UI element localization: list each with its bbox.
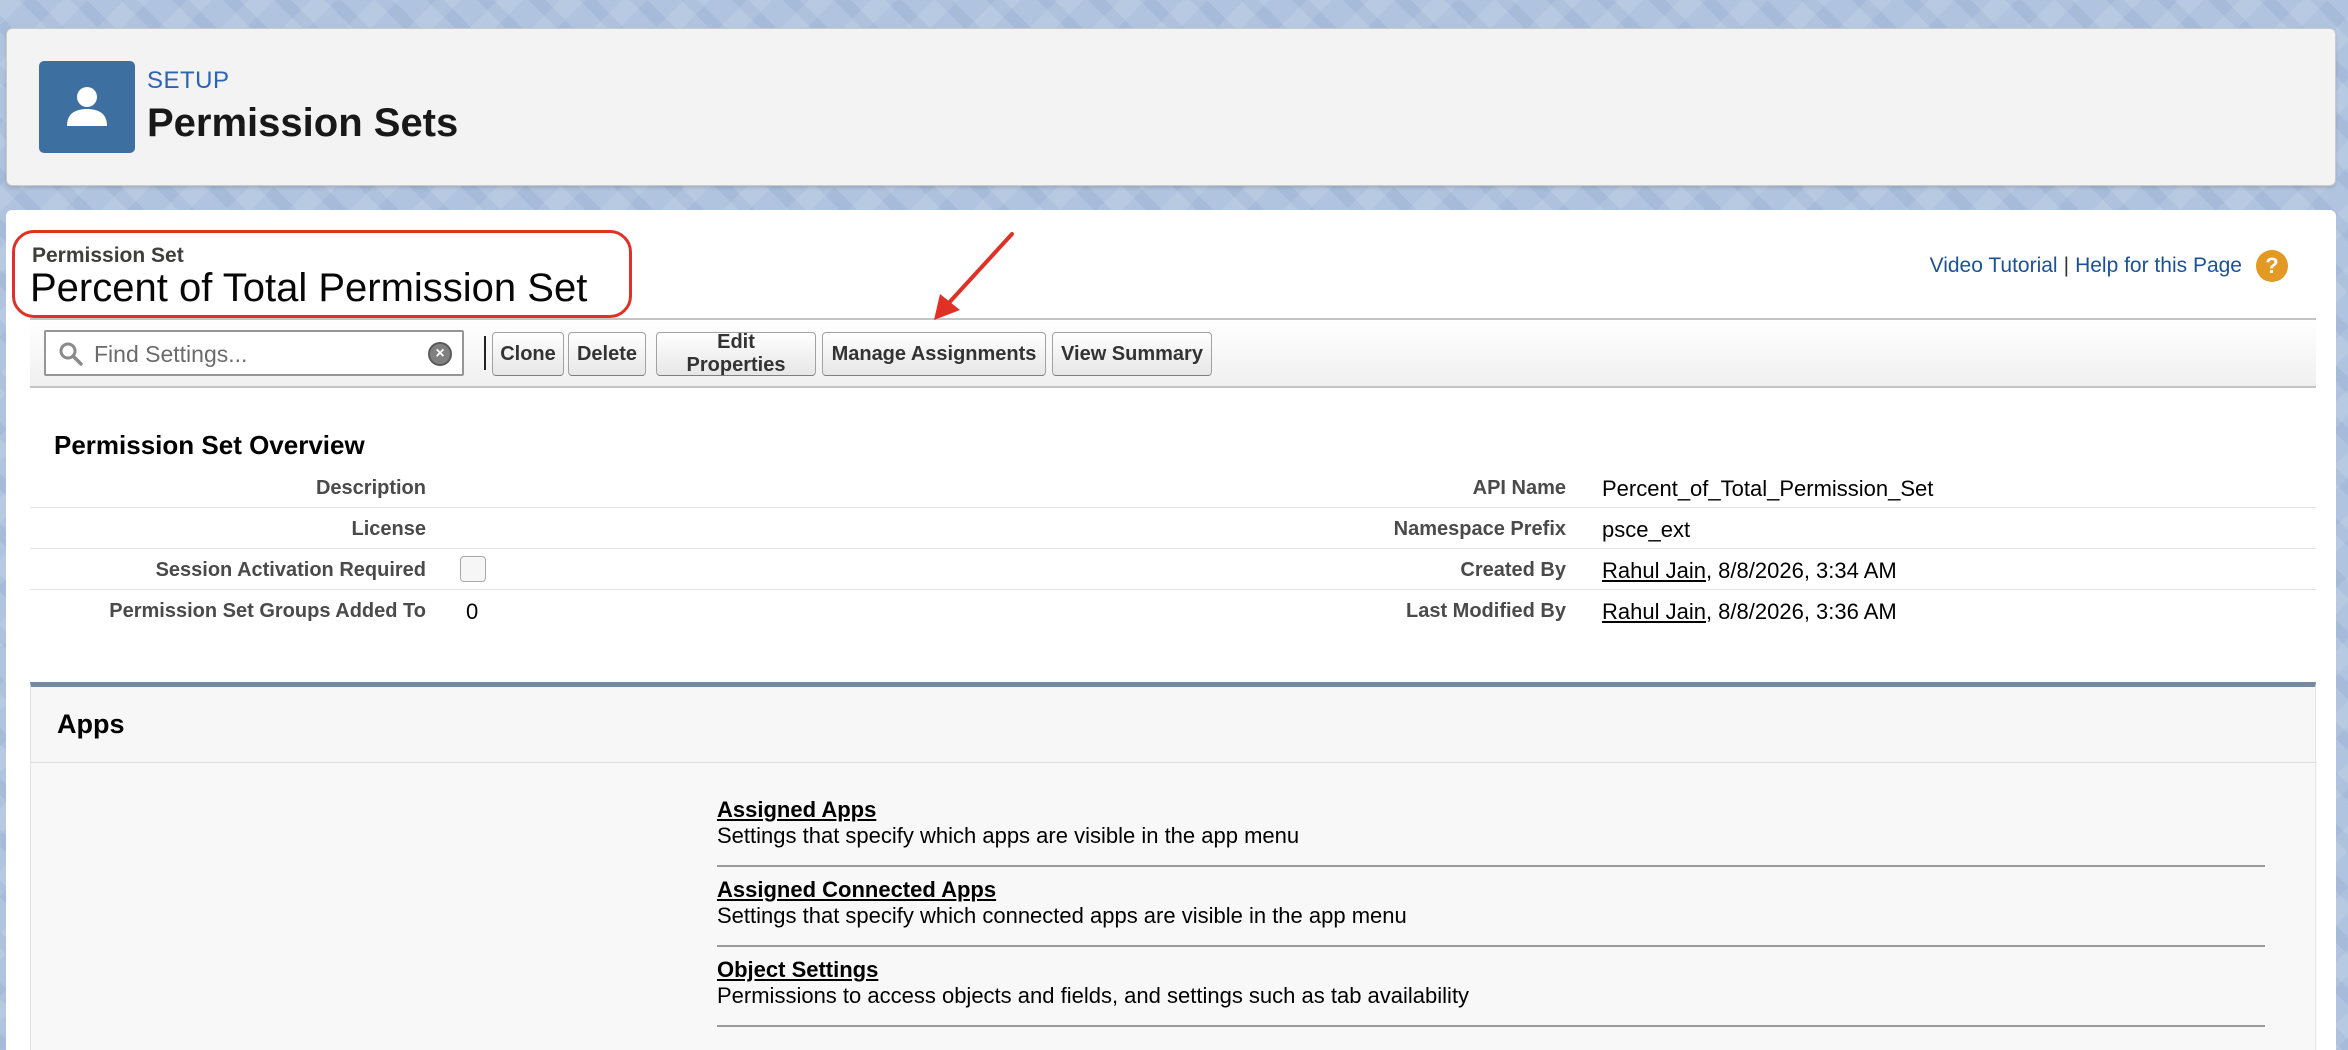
apps-panel: Apps Assigned Apps Settings that specify… [30,682,2316,1050]
detail-row: Permission Set Groups Added To 0 Last Mo… [30,591,2316,631]
created-by-label: Created By [1460,559,1566,581]
page-title: Permission Sets [147,101,459,145]
annotation-arrow-icon [934,232,1014,320]
help-links: Video Tutorial | Help for this Page ? [1930,250,2288,282]
last-modified-by-label: Last Modified By [1405,600,1566,622]
description-label: Description [315,477,426,499]
view-summary-button[interactable]: View Summary [1052,332,1212,376]
find-settings-input[interactable] [94,338,414,370]
setup-header: SETUP Permission Sets [6,28,2336,186]
clone-button[interactable]: Clone [492,332,564,376]
created-date: , 8/8/2026, 3:34 AM [1705,558,1897,583]
toolbar: × Clone Delete Edit Properties Manage As… [30,318,2316,388]
delete-button[interactable]: Delete [568,332,646,376]
toolbar-divider [484,336,486,370]
modified-date: , 8/8/2026, 3:36 AM [1705,599,1897,624]
api-name-label: API Name [1472,477,1566,499]
list-item: Object Settings Permissions to access ob… [717,947,2265,1027]
list-item-description: Settings that specify which connected ap… [717,903,1407,928]
detail-row: Description API Name Percent_of_Total_Pe… [30,468,2316,508]
namespace-prefix-value: psce_ext [1602,517,1691,542]
video-tutorial-link[interactable]: Video Tutorial [1930,254,2058,278]
last-modified-by-value: Rahul Jain, 8/8/2026, 3:36 AM [1602,599,1897,625]
user-icon [39,61,135,153]
modified-by-user-link[interactable]: Rahul Jain [1602,599,1706,624]
api-name-value: Percent_of_Total_Permission_Set [1602,476,1934,501]
object-settings-link[interactable]: Object Settings [717,957,878,983]
help-page-link[interactable]: Help for this Page [2075,254,2242,278]
session-activation-label: Session Activation Required [155,559,426,581]
permission-set-groups-value: 0 [466,599,479,624]
license-label: License [351,518,426,540]
search-icon [58,341,84,372]
edit-properties-button[interactable]: Edit Properties [656,331,816,376]
help-icon[interactable]: ? [2256,250,2288,282]
clear-search-icon[interactable]: × [428,342,452,366]
detail-row: Session Activation Required Created By R… [30,550,2316,590]
detail-row: License Namespace Prefix psce_ext [30,509,2316,549]
help-separator: | [2063,254,2070,277]
created-by-user-link[interactable]: Rahul Jain [1602,558,1706,583]
permission-set-name: Percent of Total Permission Set [30,266,588,310]
setup-label[interactable]: SETUP [147,67,230,95]
assigned-connected-apps-link[interactable]: Assigned Connected Apps [717,877,996,903]
namespace-prefix-label: Namespace Prefix [1393,518,1566,540]
list-item: Assigned Apps Settings that specify whic… [717,787,2265,867]
list-item-description: Permissions to access objects and fields… [717,983,1470,1008]
permission-set-groups-label: Permission Set Groups Added To [109,600,426,622]
created-by-value: Rahul Jain, 8/8/2026, 3:34 AM [1602,558,1897,584]
apps-title: Apps [57,709,125,739]
find-settings-box: × [44,330,464,376]
record-type-label: Permission Set [32,244,184,267]
main-content: Permission Set Percent of Total Permissi… [6,210,2336,1050]
session-activation-checkbox [460,556,486,582]
list-item-description: Settings that specify which apps are vis… [717,823,1300,848]
list-item: Assigned Connected Apps Settings that sp… [717,867,2265,947]
manage-assignments-button[interactable]: Manage Assignments [822,332,1046,376]
overview-title: Permission Set Overview [54,430,365,460]
assigned-apps-link[interactable]: Assigned Apps [717,797,876,823]
apps-header: Apps [31,687,2315,763]
